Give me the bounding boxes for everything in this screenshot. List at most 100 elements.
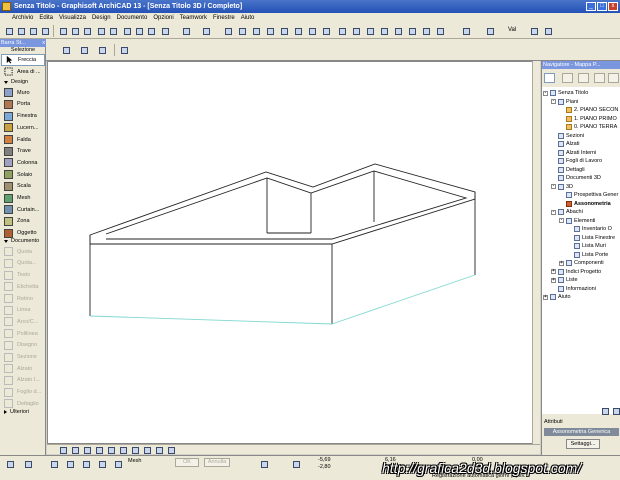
gravity-icon[interactable]: [80, 458, 92, 470]
layer-value[interactable]: Val: [508, 27, 516, 33]
3d-view-canvas[interactable]: [47, 61, 540, 444]
tree-node[interactable]: Indici Progetto: [558, 268, 601, 276]
tool-dettaglio[interactable]: Dettaglio: [1, 398, 45, 410]
lock-icon[interactable]: [364, 25, 376, 37]
tree-node[interactable]: Lista Muri: [574, 242, 606, 250]
tree-node[interactable]: Alzati: [558, 140, 579, 148]
tool-trave[interactable]: Trave: [1, 146, 45, 158]
close-icon[interactable]: x: [42, 39, 45, 47]
snap-icon[interactable]: [4, 458, 16, 470]
tree-expander-icon[interactable]: -: [551, 99, 556, 104]
tree-expander-icon[interactable]: -: [559, 218, 564, 223]
coord-lock-icon[interactable]: [258, 458, 270, 470]
tree-node[interactable]: Informazioni: [558, 285, 596, 293]
tool-quota[interactable]: Quota...: [1, 258, 45, 270]
tree-expander-icon[interactable]: +: [551, 269, 556, 274]
save-icon[interactable]: [27, 25, 39, 37]
close-button[interactable]: x: [608, 2, 618, 11]
tool-retino[interactable]: Retino: [1, 293, 45, 305]
rotated-rectangle-icon[interactable]: [96, 44, 108, 56]
minimize-button[interactable]: _: [586, 2, 596, 11]
layer-settings-icon[interactable]: [460, 25, 472, 37]
tool-finestra[interactable]: Finestra: [1, 110, 45, 122]
tool-etichetta[interactable]: Etichetta: [1, 281, 45, 293]
tree-node[interactable]: 2. PIANO SECON: [566, 106, 618, 114]
intersect-icon[interactable]: [292, 25, 304, 37]
tool-falda[interactable]: Falda: [1, 134, 45, 146]
layout-book-tab[interactable]: [578, 73, 589, 83]
tree-expander-icon[interactable]: +: [559, 260, 564, 266]
tree-node[interactable]: Dettagli: [558, 166, 585, 174]
adjust-icon[interactable]: [306, 25, 318, 37]
vertical-scrollbar[interactable]: [532, 61, 540, 444]
tool-testo[interactable]: Testo: [1, 269, 45, 281]
pen-set-icon[interactable]: [528, 25, 540, 37]
ok-button[interactable]: OK: [175, 458, 199, 467]
tool-mesh[interactable]: Mesh: [1, 192, 45, 204]
tree-node[interactable]: Abachi: [558, 208, 583, 216]
tool-linea[interactable]: Linea: [1, 305, 45, 317]
tree-expander-icon[interactable]: +: [551, 277, 556, 283]
model-view-icon[interactable]: [542, 25, 554, 37]
coord-mode-icon[interactable]: [290, 458, 302, 470]
pointer-icon[interactable]: [121, 25, 133, 37]
copy-icon[interactable]: [69, 25, 81, 37]
tool-zona[interactable]: Zona: [1, 216, 45, 228]
menu-archivio[interactable]: Archivio: [0, 15, 36, 21]
grid-snap-icon[interactable]: [200, 25, 212, 37]
bring-front-icon[interactable]: [392, 25, 404, 37]
menu-finestre[interactable]: Finestre: [210, 15, 238, 21]
tool-lucern[interactable]: Lucern...: [1, 122, 45, 134]
tool-curtain[interactable]: Curtain...: [1, 204, 45, 216]
settings-button[interactable]: Settaggi...: [566, 439, 600, 449]
wall-icon[interactable]: [222, 25, 234, 37]
tool-muro[interactable]: Muro: [1, 87, 45, 99]
view-3d-icon[interactable]: [159, 25, 171, 37]
group-icon[interactable]: [336, 25, 348, 37]
tree-node[interactable]: Componenti: [566, 259, 604, 267]
tree-node[interactable]: Senza Titolo: [550, 89, 588, 97]
guide-lines-icon[interactable]: [180, 25, 192, 37]
menu-documento[interactable]: Documento: [114, 15, 151, 21]
tool-oggetto[interactable]: Oggetto: [1, 227, 45, 239]
tree-node[interactable]: Sezioni: [558, 132, 584, 140]
tree-node[interactable]: Prospettiva Gener: [566, 191, 618, 199]
tool-freccia[interactable]: Freccia: [1, 54, 45, 66]
layer-combination-icon[interactable]: [484, 25, 496, 37]
tool-polilinea[interactable]: Polilinea: [1, 328, 45, 340]
tree-node[interactable]: Assonometria: [566, 200, 611, 208]
tree-node[interactable]: 1. PIANO PRIMO: [566, 115, 617, 123]
maximize-button[interactable]: □: [597, 2, 607, 11]
rectangle-select-icon[interactable]: [78, 44, 90, 56]
tree-node[interactable]: Documenti 3D: [558, 174, 601, 182]
print-icon[interactable]: [39, 25, 51, 37]
relative-construction-icon[interactable]: [48, 458, 60, 470]
new-file-icon[interactable]: [3, 25, 15, 37]
project-map-tab[interactable]: [544, 73, 555, 83]
tree-node[interactable]: 0. PIANO TERRA: [566, 123, 617, 131]
tree-node[interactable]: Fogli di Lavoro: [558, 157, 602, 165]
tree-node[interactable]: Inventario O: [574, 225, 612, 233]
tree-node[interactable]: Lista Porte: [574, 251, 608, 259]
menu-design[interactable]: Design: [89, 15, 114, 21]
tree-expander-icon[interactable]: -: [551, 184, 556, 189]
tool-alzato[interactable]: Alzato: [1, 363, 45, 375]
unlock-icon[interactable]: [378, 25, 390, 37]
menu-opzioni[interactable]: Opzioni: [150, 15, 176, 21]
menu-teamwork[interactable]: Teamwork: [177, 15, 210, 21]
navigator-header[interactable]: Navigatore - Mappa P...: [542, 61, 620, 69]
tool-scala[interactable]: Scala: [1, 181, 45, 193]
magic-wand-icon[interactable]: [250, 25, 262, 37]
tree-node[interactable]: 3D: [558, 183, 573, 191]
tool-disegno[interactable]: Disegno: [1, 340, 45, 352]
trim-icon[interactable]: [236, 25, 248, 37]
arrow-cursor-icon[interactable]: [118, 44, 130, 56]
tree-expander-icon[interactable]: -: [551, 209, 556, 215]
annulla-button[interactable]: Annulla: [204, 458, 230, 467]
open-file-icon[interactable]: [15, 25, 27, 37]
tree-node[interactable]: Liste: [558, 276, 578, 284]
mirror-icon[interactable]: [64, 458, 76, 470]
pencil-icon[interactable]: [133, 25, 145, 37]
tree-node[interactable]: Elementi: [566, 217, 595, 225]
publisher-tab[interactable]: [594, 73, 605, 83]
